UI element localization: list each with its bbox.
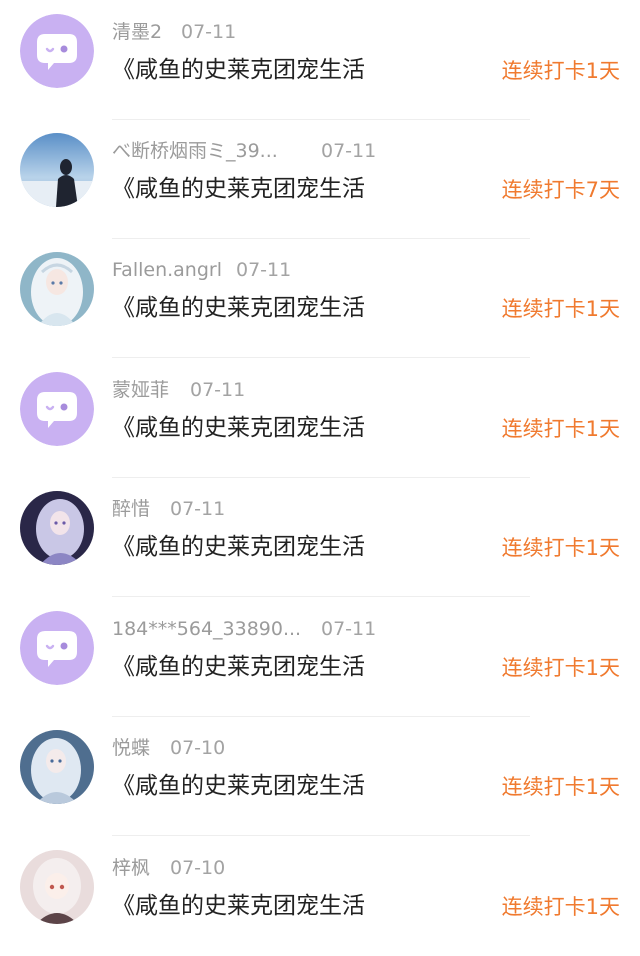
post-date: 07-11 [321, 618, 377, 640]
checkin-streak: 连续打卡1天 [501, 297, 620, 321]
book-title[interactable]: 《咸鱼的史莱克团宠生活 [112, 55, 365, 85]
checkin-streak: 连续打卡1天 [501, 775, 620, 799]
list-item[interactable]: 醉惜 07-11 《咸鱼的史莱克团宠生活 连续打卡1天 [0, 477, 640, 597]
anime-girl-blue-white [20, 730, 94, 804]
avatar[interactable] [20, 491, 94, 565]
username[interactable]: Fallen.angrl [112, 257, 222, 283]
default-chat-icon [20, 372, 94, 446]
checkin-streak: 连续打卡1天 [501, 536, 620, 560]
checkin-streak: 连续打卡7天 [501, 178, 620, 202]
default-chat-icon [20, 611, 94, 685]
avatar[interactable] [20, 372, 94, 446]
username[interactable]: 悦蝶 [112, 735, 150, 761]
list-item[interactable]: 蒙娅菲 07-11 《咸鱼的史莱克团宠生活 连续打卡1天 [0, 358, 640, 478]
list-item[interactable]: 悦蝶 07-10 《咸鱼的史莱克团宠生活 连续打卡1天 [0, 716, 640, 836]
book-title[interactable]: 《咸鱼的史莱克团宠生活 [112, 293, 365, 323]
username[interactable]: 梓枫 [112, 855, 150, 881]
avatar[interactable] [20, 730, 94, 804]
book-title[interactable]: 《咸鱼的史莱克团宠生活 [112, 532, 365, 562]
post-date: 07-10 [170, 737, 226, 759]
book-title[interactable]: 《咸鱼的史莱克团宠生活 [112, 413, 365, 443]
username[interactable]: べ断桥烟雨ミ_39... [112, 138, 278, 164]
post-date: 07-11 [321, 140, 377, 162]
book-title[interactable]: 《咸鱼的史莱克团宠生活 [112, 771, 365, 801]
book-title[interactable]: 《咸鱼的史莱克团宠生活 [112, 891, 365, 921]
post-date: 07-11 [181, 21, 237, 43]
list-item[interactable]: 184***564_33890... 07-11 《咸鱼的史莱克团宠生活 连续打… [0, 597, 640, 717]
avatar[interactable] [20, 611, 94, 685]
checkin-streak: 连续打卡1天 [501, 417, 620, 441]
anime-girl-white-hair [20, 252, 94, 326]
post-date: 07-11 [170, 498, 226, 520]
username[interactable]: 184***564_33890... [112, 616, 301, 642]
default-chat-icon [20, 14, 94, 88]
username[interactable]: 醉惜 [112, 496, 150, 522]
book-title[interactable]: 《咸鱼的史莱克团宠生活 [112, 652, 365, 682]
post-date: 07-10 [170, 857, 226, 879]
checkin-streak: 连续打卡1天 [501, 895, 620, 919]
checkin-list: 清墨2 07-11 《咸鱼的史莱克团宠生活 连续打卡1天 べ断桥烟雨ミ_39..… [0, 0, 640, 939]
list-item[interactable]: 梓枫 07-10 《咸鱼的史莱克团宠生活 连续打卡1天 [0, 836, 640, 956]
checkin-streak: 连续打卡1天 [501, 59, 620, 83]
list-item[interactable]: 清墨2 07-11 《咸鱼的史莱克团宠生活 连续打卡1天 [0, 0, 640, 120]
book-title[interactable]: 《咸鱼的史莱克团宠生活 [112, 174, 365, 204]
checkin-streak: 连续打卡1天 [501, 656, 620, 680]
avatar[interactable] [20, 14, 94, 88]
username[interactable]: 蒙娅菲 [112, 377, 169, 403]
avatar[interactable] [20, 133, 94, 207]
anime-girl-pink [20, 850, 94, 924]
list-item[interactable]: べ断桥烟雨ミ_39... 07-11 《咸鱼的史莱克团宠生活 连续打卡7天 [0, 119, 640, 239]
username[interactable]: 清墨2 [112, 19, 162, 45]
avatar[interactable] [20, 850, 94, 924]
anime-girl-purple [20, 491, 94, 565]
post-date: 07-11 [190, 379, 246, 401]
avatar[interactable] [20, 252, 94, 326]
post-date: 07-11 [236, 259, 292, 281]
list-item[interactable]: Fallen.angrl 07-11 《咸鱼的史莱克团宠生活 连续打卡1天 [0, 238, 640, 358]
photo-silhouette-sky [20, 133, 94, 207]
